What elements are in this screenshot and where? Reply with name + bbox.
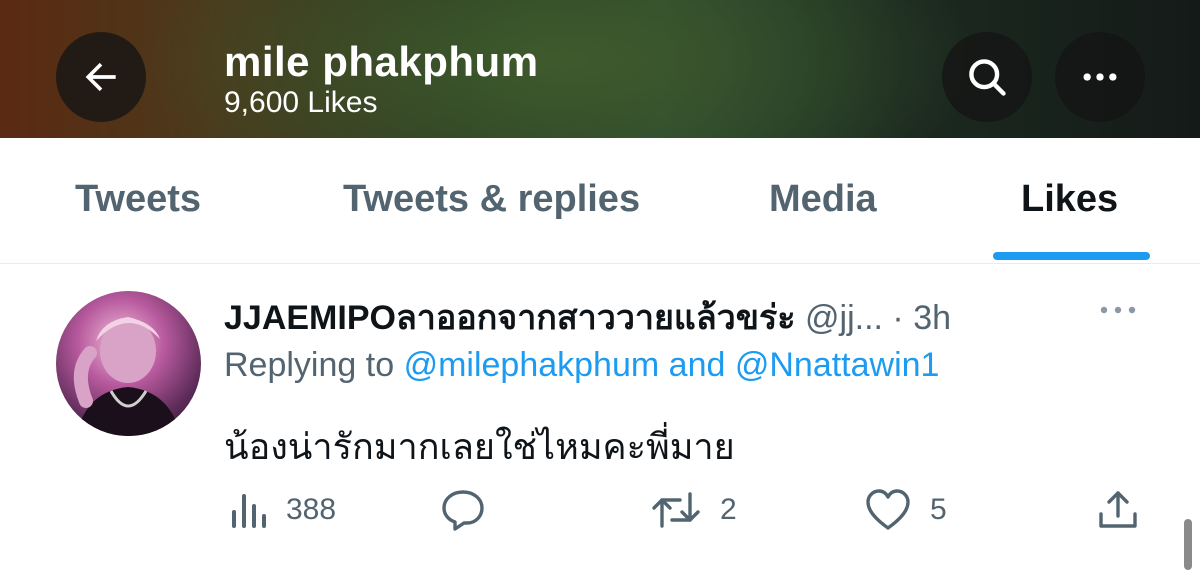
search-button[interactable]: [942, 32, 1032, 122]
like-count: 5: [930, 493, 947, 526]
back-button[interactable]: [56, 32, 146, 122]
views-button[interactable]: 388: [228, 488, 336, 532]
mention-link[interactable]: @milephakphum: [404, 346, 660, 384]
views-icon: [232, 494, 266, 528]
scrollbar[interactable]: [1184, 519, 1192, 570]
more-horizontal-icon: [1100, 306, 1136, 314]
retweet-button[interactable]: 2: [650, 488, 737, 532]
mention-link[interactable]: @Nnattawin1: [735, 346, 940, 384]
likes-count: 9,600 Likes: [224, 86, 378, 119]
mention-and: and: [668, 346, 726, 384]
share-icon: [1099, 491, 1137, 528]
views-count: 388: [286, 493, 337, 526]
search-icon: [969, 59, 1006, 96]
heart-icon: [866, 489, 910, 530]
tab-tweets-replies[interactable]: Tweets & replies: [343, 178, 640, 221]
tweet-author-name[interactable]: JJAEMIPOลาออกจากสาววายแล้วขร่ะ: [224, 299, 796, 337]
tweet-text: น้องน่ารักมากเลยใช่ไหมคะพี่มาย: [224, 426, 735, 467]
like-button[interactable]: 5: [864, 488, 947, 532]
reply-icon: [442, 490, 484, 531]
profile-tabs: Tweets Tweets & replies Media Likes: [0, 138, 1200, 264]
tweet-more-button[interactable]: [1098, 300, 1138, 325]
avatar[interactable]: [56, 291, 201, 436]
profile-title: mile phakphum: [224, 38, 539, 85]
retweet-count: 2: [720, 493, 737, 526]
tab-tweets[interactable]: Tweets: [75, 178, 201, 221]
arrow-left-icon: [85, 62, 116, 92]
tweet-time[interactable]: · 3h: [892, 299, 951, 337]
profile-header: mile phakphum 9,600 Likes: [0, 0, 1200, 138]
tab-media[interactable]: Media: [769, 178, 877, 221]
avatar-image: [73, 317, 181, 436]
tweet-author-row: JJAEMIPOลาออกจากสาววายแล้วขร่ะ @jj... · …: [224, 290, 951, 344]
retweet-icon: [652, 492, 700, 528]
share-button[interactable]: [1096, 488, 1140, 532]
more-horizontal-icon: [1083, 73, 1117, 81]
reply-button[interactable]: [440, 488, 504, 532]
tab-likes[interactable]: Likes: [1021, 178, 1118, 221]
more-button[interactable]: [1055, 32, 1145, 122]
replying-to-label: Replying to: [224, 346, 395, 384]
tweet-author-handle[interactable]: @jj...: [805, 299, 883, 337]
active-tab-indicator: [993, 252, 1150, 260]
replying-to-line: Replying to @milephakphum and @Nnattawin…: [224, 346, 939, 385]
